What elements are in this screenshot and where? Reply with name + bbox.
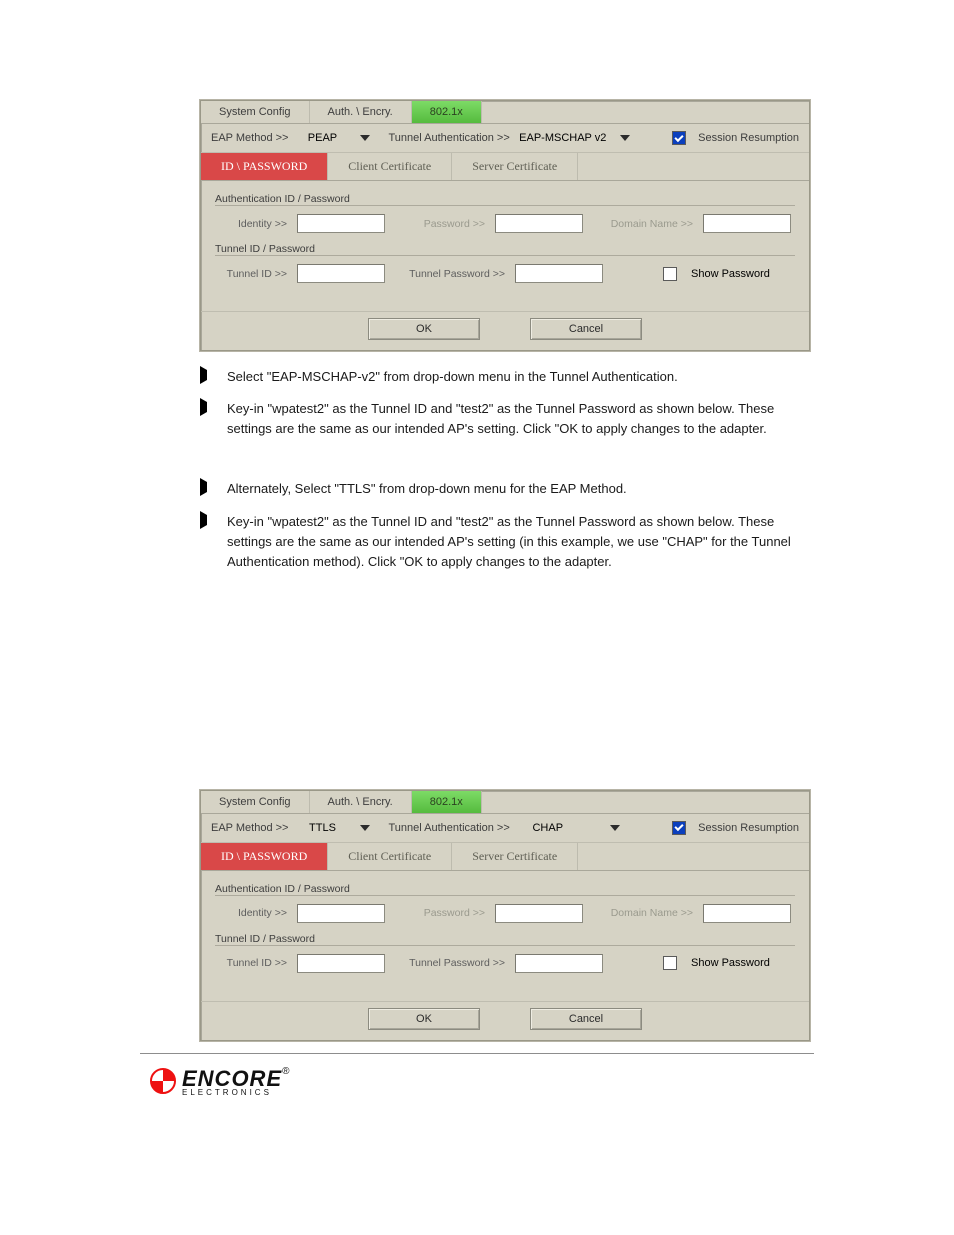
ok-button[interactable]: OK bbox=[368, 1008, 480, 1030]
identity-label: Identity >> bbox=[215, 218, 287, 230]
outer-tabs: System Config Auth. \ Encry. 802.1x bbox=[201, 791, 809, 814]
eap-method-dropdown-icon[interactable] bbox=[360, 135, 370, 141]
tunnel-auth-value: CHAP bbox=[518, 822, 578, 834]
tab-client-certificate[interactable]: Client Certificate bbox=[328, 153, 452, 180]
form-body: Authentication ID / Password Identity >>… bbox=[201, 871, 809, 1001]
show-password-label: Show Password bbox=[691, 957, 770, 969]
tunnel-password-input[interactable] bbox=[515, 954, 603, 973]
tunnel-id-input[interactable] bbox=[297, 264, 385, 283]
page: System Config Auth. \ Encry. 802.1x EAP … bbox=[0, 0, 954, 1127]
session-resumption-label: Session Resumption bbox=[698, 822, 799, 834]
brand-mark-icon bbox=[150, 1068, 176, 1094]
domain-name-label: Domain Name >> bbox=[593, 218, 693, 230]
cancel-button[interactable]: Cancel bbox=[530, 1008, 642, 1030]
bullet-arrow-icon bbox=[200, 398, 217, 416]
ok-button[interactable]: OK bbox=[368, 318, 480, 340]
inner-tabs: ID \ PASSWORD Client Certificate Server … bbox=[201, 153, 809, 181]
brand-logo: ENCORE® ELECTRONICS bbox=[150, 1066, 954, 1097]
inner-tabs: ID \ PASSWORD Client Certificate Server … bbox=[201, 843, 809, 871]
tunnel-id-input[interactable] bbox=[297, 954, 385, 973]
tunnel-auth-label: Tunnel Authentication >> bbox=[388, 132, 509, 144]
eap-method-value: PEAP bbox=[296, 132, 348, 144]
brand-registered-icon: ® bbox=[282, 1066, 289, 1077]
session-resumption-checkbox[interactable] bbox=[672, 131, 686, 145]
identity-label: Identity >> bbox=[215, 907, 287, 919]
tunnel-password-label: Tunnel Password >> bbox=[395, 268, 505, 280]
domain-name-input[interactable] bbox=[703, 904, 791, 923]
password-label: Password >> bbox=[395, 218, 485, 230]
domain-name-input[interactable] bbox=[703, 214, 791, 233]
tunnel-auth-dropdown-icon[interactable] bbox=[610, 825, 620, 831]
tab-system-config[interactable]: System Config bbox=[201, 101, 310, 123]
bullet-text: Alternately, Select "TTLS" from drop-dow… bbox=[227, 479, 627, 499]
bullet-arrow-icon bbox=[200, 478, 217, 496]
bullet-group-1: Select "EAP-MSCHAP-v2" from drop-down me… bbox=[200, 363, 808, 443]
tab-system-config[interactable]: System Config bbox=[201, 791, 310, 813]
show-password-checkbox[interactable] bbox=[663, 956, 677, 970]
tab-client-certificate[interactable]: Client Certificate bbox=[328, 843, 452, 870]
footer-logo-block: ENCORE® ELECTRONICS bbox=[150, 1066, 954, 1097]
bullet-item: Alternately, Select "TTLS" from drop-dow… bbox=[200, 475, 808, 503]
tunnel-id-label: Tunnel ID >> bbox=[215, 957, 287, 969]
bullet-group-2: Alternately, Select "TTLS" from drop-dow… bbox=[200, 475, 808, 576]
dialog-buttons: OK Cancel bbox=[201, 311, 809, 350]
tunnel-auth-dropdown-icon[interactable] bbox=[620, 135, 630, 141]
tunnel-password-input[interactable] bbox=[515, 264, 603, 283]
outer-tabs: System Config Auth. \ Encry. 802.1x bbox=[201, 101, 809, 124]
fieldset-tunnel-id-pwd-label: Tunnel ID / Password bbox=[215, 933, 795, 945]
tab-auth-encry[interactable]: Auth. \ Encry. bbox=[310, 791, 412, 813]
tab-server-certificate[interactable]: Server Certificate bbox=[452, 843, 578, 870]
show-password-label: Show Password bbox=[691, 268, 770, 280]
config-dialog-1: System Config Auth. \ Encry. 802.1x EAP … bbox=[200, 100, 810, 351]
bullet-arrow-icon bbox=[200, 366, 217, 384]
password-input[interactable] bbox=[495, 214, 583, 233]
tunnel-auth-value: EAP-MSCHAP v2 bbox=[518, 132, 608, 144]
brand-text: ENCORE® ELECTRONICS bbox=[182, 1066, 290, 1097]
bullet-item: Key-in "wpatest2" as the Tunnel ID and "… bbox=[200, 508, 808, 576]
domain-name-label: Domain Name >> bbox=[593, 907, 693, 919]
tab-auth-encry[interactable]: Auth. \ Encry. bbox=[310, 101, 412, 123]
bullet-text: Select "EAP-MSCHAP-v2" from drop-down me… bbox=[227, 367, 678, 387]
fieldset-auth-id-pwd-label: Authentication ID / Password bbox=[215, 883, 795, 895]
identity-input[interactable] bbox=[297, 904, 385, 923]
eap-row: EAP Method >> TTLS Tunnel Authentication… bbox=[201, 814, 809, 843]
session-resumption-checkbox[interactable] bbox=[672, 821, 686, 835]
eap-method-label: EAP Method >> bbox=[211, 132, 288, 144]
tunnel-password-label: Tunnel Password >> bbox=[395, 957, 505, 969]
tunnel-id-label: Tunnel ID >> bbox=[215, 268, 287, 280]
form-body: Authentication ID / Password Identity >>… bbox=[201, 181, 809, 311]
bullet-item: Key-in "wpatest2" as the Tunnel ID and "… bbox=[200, 395, 808, 443]
tab-id-password[interactable]: ID \ PASSWORD bbox=[201, 153, 328, 180]
tab-8021x[interactable]: 802.1x bbox=[412, 791, 482, 813]
eap-method-value: TTLS bbox=[296, 822, 348, 834]
footer-divider bbox=[140, 1053, 814, 1054]
tab-id-password[interactable]: ID \ PASSWORD bbox=[201, 843, 328, 870]
identity-input[interactable] bbox=[297, 214, 385, 233]
session-resumption-label: Session Resumption bbox=[698, 132, 799, 144]
config-dialog-2: System Config Auth. \ Encry. 802.1x EAP … bbox=[200, 790, 810, 1041]
dialog-buttons: OK Cancel bbox=[201, 1001, 809, 1040]
tab-server-certificate[interactable]: Server Certificate bbox=[452, 153, 578, 180]
bullet-text: Key-in "wpatest2" as the Tunnel ID and "… bbox=[227, 399, 808, 439]
bullet-text: Key-in "wpatest2" as the Tunnel ID and "… bbox=[227, 512, 808, 572]
cancel-button[interactable]: Cancel bbox=[530, 318, 642, 340]
tunnel-auth-label: Tunnel Authentication >> bbox=[388, 822, 509, 834]
show-password-checkbox[interactable] bbox=[663, 267, 677, 281]
eap-method-dropdown-icon[interactable] bbox=[360, 825, 370, 831]
fieldset-auth-id-pwd-label: Authentication ID / Password bbox=[215, 193, 795, 205]
fieldset-tunnel-id-pwd-label: Tunnel ID / Password bbox=[215, 243, 795, 255]
bullet-item: Select "EAP-MSCHAP-v2" from drop-down me… bbox=[200, 363, 808, 391]
password-input[interactable] bbox=[495, 904, 583, 923]
password-label: Password >> bbox=[395, 907, 485, 919]
bullet-arrow-icon bbox=[200, 511, 217, 529]
eap-row: EAP Method >> PEAP Tunnel Authentication… bbox=[201, 124, 809, 153]
tab-8021x[interactable]: 802.1x bbox=[412, 101, 482, 123]
eap-method-label: EAP Method >> bbox=[211, 822, 288, 834]
